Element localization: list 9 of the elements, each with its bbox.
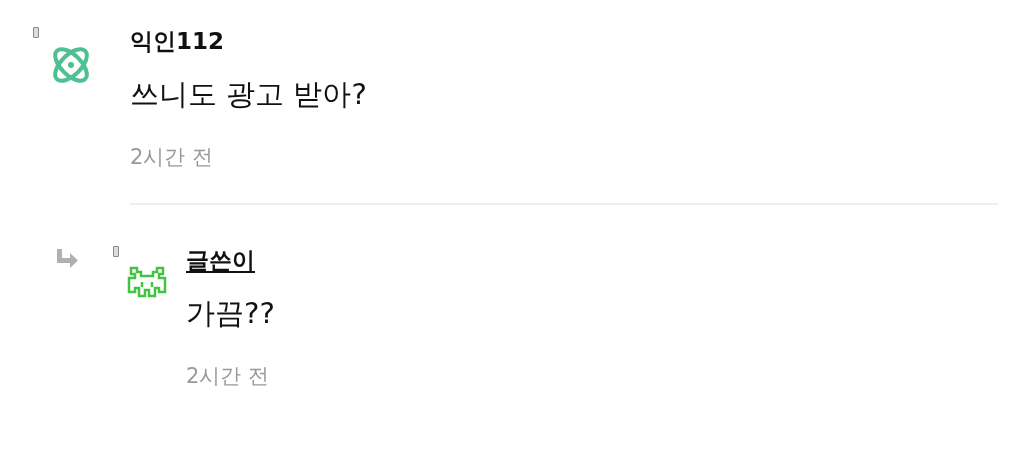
- comment-text: 쓰니도 광고 받아?: [130, 76, 368, 113]
- timestamp: 2시간 전: [130, 144, 215, 171]
- author-name[interactable]: 익인112: [130, 26, 224, 57]
- missing-glyph-icon: [33, 27, 39, 38]
- author-name[interactable]: 글쓴이: [186, 245, 255, 276]
- comment-text: 가끔??: [186, 295, 276, 332]
- timestamp: 2시간 전: [186, 363, 271, 390]
- missing-glyph-icon: [113, 246, 119, 257]
- reply-arrow-icon: [55, 249, 79, 269]
